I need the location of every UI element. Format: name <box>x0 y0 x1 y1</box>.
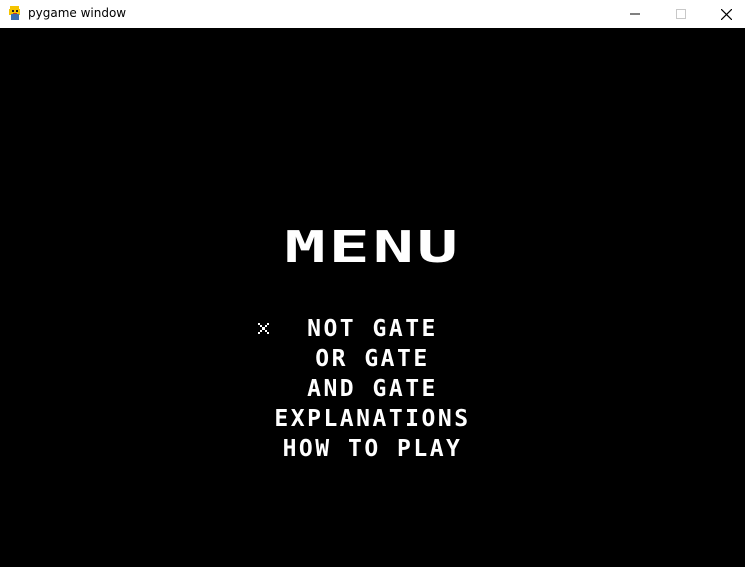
minimize-icon <box>630 9 640 19</box>
game-canvas[interactable]: MENU NOT GATE OR GATE AND GATE EXPLANATI… <box>0 28 745 567</box>
menu-item-explanations[interactable]: EXPLANATIONS <box>0 405 745 433</box>
minimize-button[interactable] <box>612 0 658 28</box>
menu-item-how-to-play[interactable]: HOW TO PLAY <box>0 435 745 463</box>
maximize-icon <box>676 9 686 19</box>
close-icon <box>720 8 732 20</box>
close-button[interactable] <box>703 0 745 28</box>
pygame-window: pygame window MENU NOT GATE OR GATE AND … <box>0 0 745 567</box>
maximize-button[interactable] <box>658 0 704 28</box>
window-title: pygame window <box>28 6 127 20</box>
menu-item-or-gate[interactable]: OR GATE <box>0 345 745 373</box>
title-bar[interactable]: pygame window <box>0 0 745 28</box>
pygame-snake-icon <box>7 5 23 21</box>
menu-item-and-gate[interactable]: AND GATE <box>0 375 745 403</box>
menu-title: MENU <box>284 222 462 273</box>
menu-item-not-gate[interactable]: NOT GATE <box>0 315 745 343</box>
